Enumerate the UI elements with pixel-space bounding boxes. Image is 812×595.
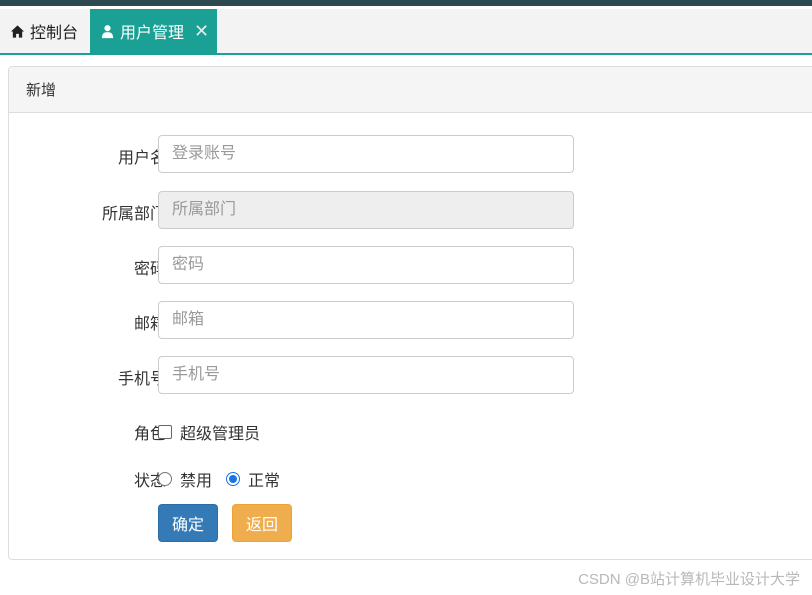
- top-stripe: [0, 0, 812, 6]
- close-icon[interactable]: ✕: [194, 22, 209, 40]
- status-option-normal[interactable]: 正常: [226, 467, 280, 491]
- tab-user-management[interactable]: 用户管理 ✕: [90, 9, 217, 53]
- username-input[interactable]: [158, 135, 574, 173]
- password-input[interactable]: [158, 246, 574, 284]
- watermark: CSDN @B站计算机毕业设计大学: [578, 571, 800, 588]
- radio-normal[interactable]: [226, 472, 241, 486]
- tab-label: 用户管理: [120, 25, 185, 42]
- panel-title: 新增: [9, 67, 812, 113]
- radio-disabled-label: 禁用: [180, 473, 213, 490]
- department-input: [158, 191, 574, 229]
- tab-label: 控制台: [30, 25, 79, 42]
- email-input[interactable]: [158, 301, 574, 339]
- department-label: 所属部门: [101, 206, 166, 223]
- radio-normal-label: 正常: [248, 473, 281, 490]
- phone-input[interactable]: [158, 356, 574, 394]
- status-radio-group: 禁用 正常: [158, 467, 294, 491]
- status-option-disabled[interactable]: 禁用: [158, 467, 212, 491]
- super-admin-label: 超级管理员: [180, 426, 261, 443]
- tab-bar: 控制台 用户管理 ✕: [0, 9, 812, 55]
- form-panel: 新增 用户名 所属部门 密码 邮箱 手机号 角色 超级管理员 状态 禁用 正常 …: [8, 66, 812, 560]
- confirm-button[interactable]: 确定: [158, 504, 218, 542]
- home-icon: [10, 24, 25, 39]
- role-checkbox-row[interactable]: 超级管理员: [158, 420, 260, 444]
- back-button[interactable]: 返回: [232, 504, 292, 542]
- user-icon: [100, 24, 115, 39]
- tab-dashboard[interactable]: 控制台: [0, 9, 89, 53]
- super-admin-checkbox[interactable]: [158, 425, 172, 439]
- radio-disabled[interactable]: [158, 472, 172, 486]
